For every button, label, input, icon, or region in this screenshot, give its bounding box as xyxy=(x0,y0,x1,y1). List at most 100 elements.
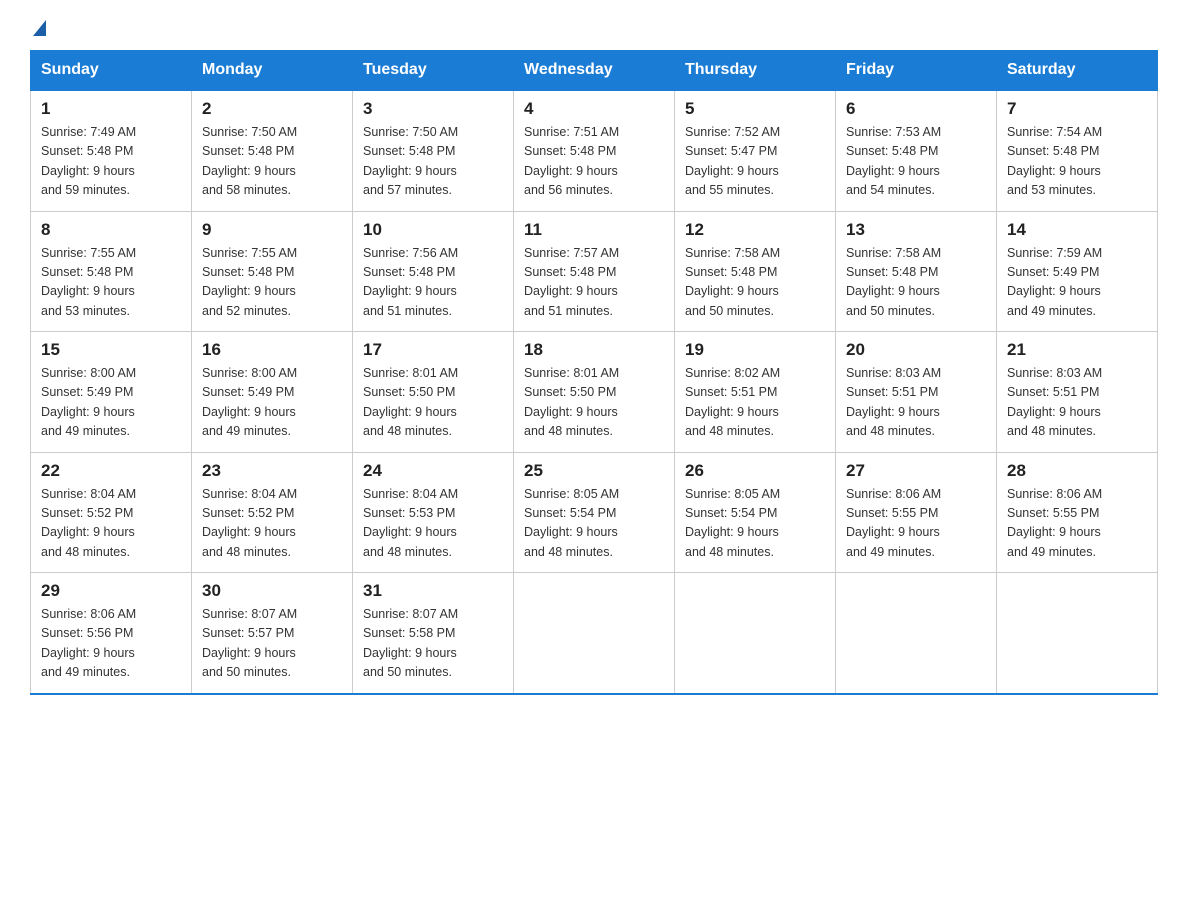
calendar-cell: 3 Sunrise: 7:50 AMSunset: 5:48 PMDayligh… xyxy=(353,90,514,211)
day-number: 13 xyxy=(846,220,986,240)
day-number: 9 xyxy=(202,220,342,240)
calendar-cell: 17 Sunrise: 8:01 AMSunset: 5:50 PMDaylig… xyxy=(353,332,514,453)
day-number: 6 xyxy=(846,99,986,119)
calendar-cell: 18 Sunrise: 8:01 AMSunset: 5:50 PMDaylig… xyxy=(514,332,675,453)
calendar-cell: 8 Sunrise: 7:55 AMSunset: 5:48 PMDayligh… xyxy=(31,211,192,332)
day-info: Sunrise: 8:06 AMSunset: 5:56 PMDaylight:… xyxy=(41,605,181,683)
day-info: Sunrise: 8:04 AMSunset: 5:52 PMDaylight:… xyxy=(202,485,342,563)
day-info: Sunrise: 7:56 AMSunset: 5:48 PMDaylight:… xyxy=(363,244,503,322)
calendar-cell xyxy=(675,573,836,694)
header-cell-thursday: Thursday xyxy=(675,51,836,91)
day-info: Sunrise: 7:55 AMSunset: 5:48 PMDaylight:… xyxy=(41,244,181,322)
day-number: 11 xyxy=(524,220,664,240)
header-cell-wednesday: Wednesday xyxy=(514,51,675,91)
day-number: 19 xyxy=(685,340,825,360)
day-number: 3 xyxy=(363,99,503,119)
day-number: 4 xyxy=(524,99,664,119)
header-cell-friday: Friday xyxy=(836,51,997,91)
calendar-cell: 31 Sunrise: 8:07 AMSunset: 5:58 PMDaylig… xyxy=(353,573,514,694)
calendar-cell: 28 Sunrise: 8:06 AMSunset: 5:55 PMDaylig… xyxy=(997,452,1158,573)
week-row-2: 8 Sunrise: 7:55 AMSunset: 5:48 PMDayligh… xyxy=(31,211,1158,332)
header-cell-monday: Monday xyxy=(192,51,353,91)
calendar-cell xyxy=(836,573,997,694)
calendar-cell: 15 Sunrise: 8:00 AMSunset: 5:49 PMDaylig… xyxy=(31,332,192,453)
day-number: 12 xyxy=(685,220,825,240)
day-info: Sunrise: 7:52 AMSunset: 5:47 PMDaylight:… xyxy=(685,123,825,201)
calendar-cell xyxy=(997,573,1158,694)
day-number: 28 xyxy=(1007,461,1147,481)
day-info: Sunrise: 7:49 AMSunset: 5:48 PMDaylight:… xyxy=(41,123,181,201)
day-number: 5 xyxy=(685,99,825,119)
day-info: Sunrise: 8:06 AMSunset: 5:55 PMDaylight:… xyxy=(1007,485,1147,563)
calendar-cell: 1 Sunrise: 7:49 AMSunset: 5:48 PMDayligh… xyxy=(31,90,192,211)
calendar-cell: 26 Sunrise: 8:05 AMSunset: 5:54 PMDaylig… xyxy=(675,452,836,573)
day-number: 8 xyxy=(41,220,181,240)
calendar-cell: 16 Sunrise: 8:00 AMSunset: 5:49 PMDaylig… xyxy=(192,332,353,453)
week-row-4: 22 Sunrise: 8:04 AMSunset: 5:52 PMDaylig… xyxy=(31,452,1158,573)
day-info: Sunrise: 7:51 AMSunset: 5:48 PMDaylight:… xyxy=(524,123,664,201)
week-row-3: 15 Sunrise: 8:00 AMSunset: 5:49 PMDaylig… xyxy=(31,332,1158,453)
calendar-cell: 23 Sunrise: 8:04 AMSunset: 5:52 PMDaylig… xyxy=(192,452,353,573)
header-cell-tuesday: Tuesday xyxy=(353,51,514,91)
calendar-cell: 9 Sunrise: 7:55 AMSunset: 5:48 PMDayligh… xyxy=(192,211,353,332)
day-info: Sunrise: 8:06 AMSunset: 5:55 PMDaylight:… xyxy=(846,485,986,563)
calendar-cell: 6 Sunrise: 7:53 AMSunset: 5:48 PMDayligh… xyxy=(836,90,997,211)
day-number: 17 xyxy=(363,340,503,360)
day-number: 24 xyxy=(363,461,503,481)
day-info: Sunrise: 8:01 AMSunset: 5:50 PMDaylight:… xyxy=(524,364,664,442)
day-info: Sunrise: 7:50 AMSunset: 5:48 PMDaylight:… xyxy=(202,123,342,201)
day-number: 7 xyxy=(1007,99,1147,119)
calendar-cell: 2 Sunrise: 7:50 AMSunset: 5:48 PMDayligh… xyxy=(192,90,353,211)
day-number: 21 xyxy=(1007,340,1147,360)
day-info: Sunrise: 8:07 AMSunset: 5:57 PMDaylight:… xyxy=(202,605,342,683)
day-info: Sunrise: 7:50 AMSunset: 5:48 PMDaylight:… xyxy=(363,123,503,201)
logo xyxy=(30,20,46,32)
day-info: Sunrise: 8:03 AMSunset: 5:51 PMDaylight:… xyxy=(1007,364,1147,442)
day-number: 30 xyxy=(202,581,342,601)
header-cell-sunday: Sunday xyxy=(31,51,192,91)
calendar-cell: 21 Sunrise: 8:03 AMSunset: 5:51 PMDaylig… xyxy=(997,332,1158,453)
header-cell-saturday: Saturday xyxy=(997,51,1158,91)
calendar-cell: 10 Sunrise: 7:56 AMSunset: 5:48 PMDaylig… xyxy=(353,211,514,332)
calendar-cell: 22 Sunrise: 8:04 AMSunset: 5:52 PMDaylig… xyxy=(31,452,192,573)
day-number: 23 xyxy=(202,461,342,481)
day-info: Sunrise: 7:54 AMSunset: 5:48 PMDaylight:… xyxy=(1007,123,1147,201)
calendar-cell xyxy=(514,573,675,694)
day-number: 20 xyxy=(846,340,986,360)
calendar-cell: 5 Sunrise: 7:52 AMSunset: 5:47 PMDayligh… xyxy=(675,90,836,211)
calendar-cell: 13 Sunrise: 7:58 AMSunset: 5:48 PMDaylig… xyxy=(836,211,997,332)
day-number: 16 xyxy=(202,340,342,360)
day-number: 25 xyxy=(524,461,664,481)
calendar-cell: 14 Sunrise: 7:59 AMSunset: 5:49 PMDaylig… xyxy=(997,211,1158,332)
header-row: SundayMondayTuesdayWednesdayThursdayFrid… xyxy=(31,51,1158,91)
day-info: Sunrise: 7:58 AMSunset: 5:48 PMDaylight:… xyxy=(685,244,825,322)
calendar-cell: 19 Sunrise: 8:02 AMSunset: 5:51 PMDaylig… xyxy=(675,332,836,453)
day-number: 10 xyxy=(363,220,503,240)
day-info: Sunrise: 7:57 AMSunset: 5:48 PMDaylight:… xyxy=(524,244,664,322)
calendar-cell: 7 Sunrise: 7:54 AMSunset: 5:48 PMDayligh… xyxy=(997,90,1158,211)
calendar-table: SundayMondayTuesdayWednesdayThursdayFrid… xyxy=(30,50,1158,695)
day-info: Sunrise: 8:03 AMSunset: 5:51 PMDaylight:… xyxy=(846,364,986,442)
day-number: 18 xyxy=(524,340,664,360)
day-info: Sunrise: 7:58 AMSunset: 5:48 PMDaylight:… xyxy=(846,244,986,322)
day-info: Sunrise: 8:00 AMSunset: 5:49 PMDaylight:… xyxy=(202,364,342,442)
calendar-cell: 27 Sunrise: 8:06 AMSunset: 5:55 PMDaylig… xyxy=(836,452,997,573)
day-number: 14 xyxy=(1007,220,1147,240)
day-number: 27 xyxy=(846,461,986,481)
day-info: Sunrise: 8:02 AMSunset: 5:51 PMDaylight:… xyxy=(685,364,825,442)
calendar-cell: 25 Sunrise: 8:05 AMSunset: 5:54 PMDaylig… xyxy=(514,452,675,573)
day-info: Sunrise: 8:04 AMSunset: 5:53 PMDaylight:… xyxy=(363,485,503,563)
day-number: 29 xyxy=(41,581,181,601)
day-info: Sunrise: 8:00 AMSunset: 5:49 PMDaylight:… xyxy=(41,364,181,442)
calendar-header: SundayMondayTuesdayWednesdayThursdayFrid… xyxy=(31,51,1158,91)
day-info: Sunrise: 8:05 AMSunset: 5:54 PMDaylight:… xyxy=(524,485,664,563)
calendar-cell: 30 Sunrise: 8:07 AMSunset: 5:57 PMDaylig… xyxy=(192,573,353,694)
calendar-cell: 29 Sunrise: 8:06 AMSunset: 5:56 PMDaylig… xyxy=(31,573,192,694)
calendar-cell: 20 Sunrise: 8:03 AMSunset: 5:51 PMDaylig… xyxy=(836,332,997,453)
calendar-cell: 24 Sunrise: 8:04 AMSunset: 5:53 PMDaylig… xyxy=(353,452,514,573)
day-info: Sunrise: 7:53 AMSunset: 5:48 PMDaylight:… xyxy=(846,123,986,201)
day-number: 1 xyxy=(41,99,181,119)
day-info: Sunrise: 7:55 AMSunset: 5:48 PMDaylight:… xyxy=(202,244,342,322)
day-info: Sunrise: 8:05 AMSunset: 5:54 PMDaylight:… xyxy=(685,485,825,563)
day-info: Sunrise: 8:07 AMSunset: 5:58 PMDaylight:… xyxy=(363,605,503,683)
